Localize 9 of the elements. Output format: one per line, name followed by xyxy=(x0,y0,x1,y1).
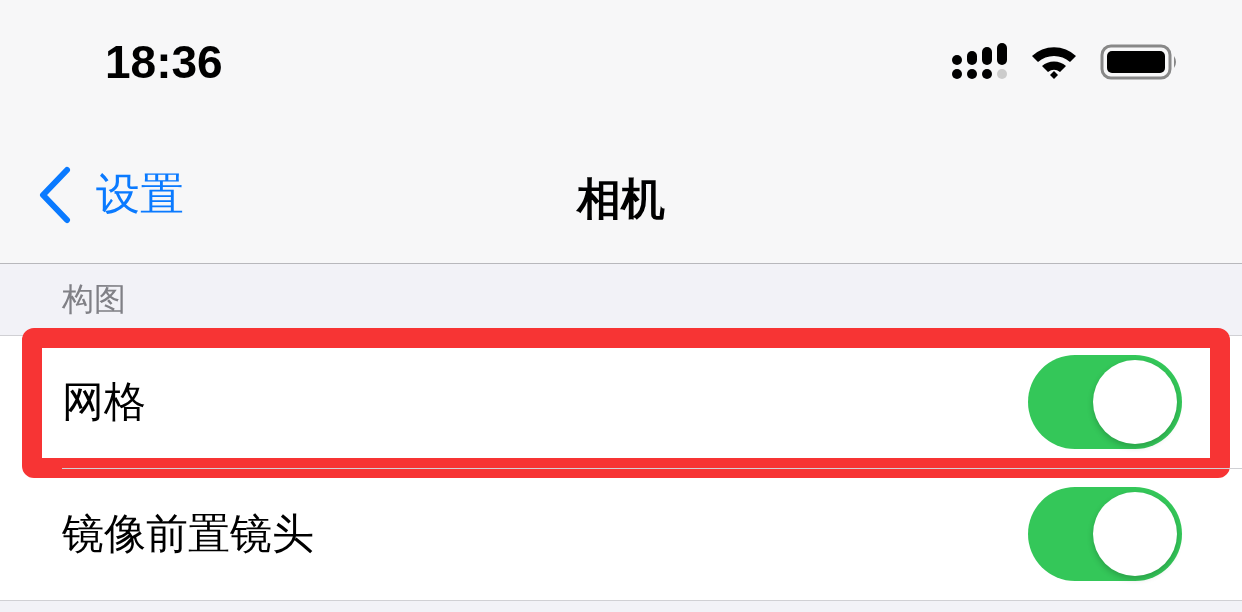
section-header: 构图 xyxy=(62,278,126,320)
back-chevron-icon xyxy=(38,165,72,224)
status-time: 18:36 xyxy=(105,35,223,89)
page-title: 相机 xyxy=(577,172,665,226)
back-button[interactable]: 设置 xyxy=(0,165,184,224)
cellular-signal-icon xyxy=(952,43,1008,81)
row-label: 网格 xyxy=(62,376,146,428)
wifi-icon xyxy=(1030,44,1078,80)
row-label: 镜像前置镜头 xyxy=(62,508,314,560)
